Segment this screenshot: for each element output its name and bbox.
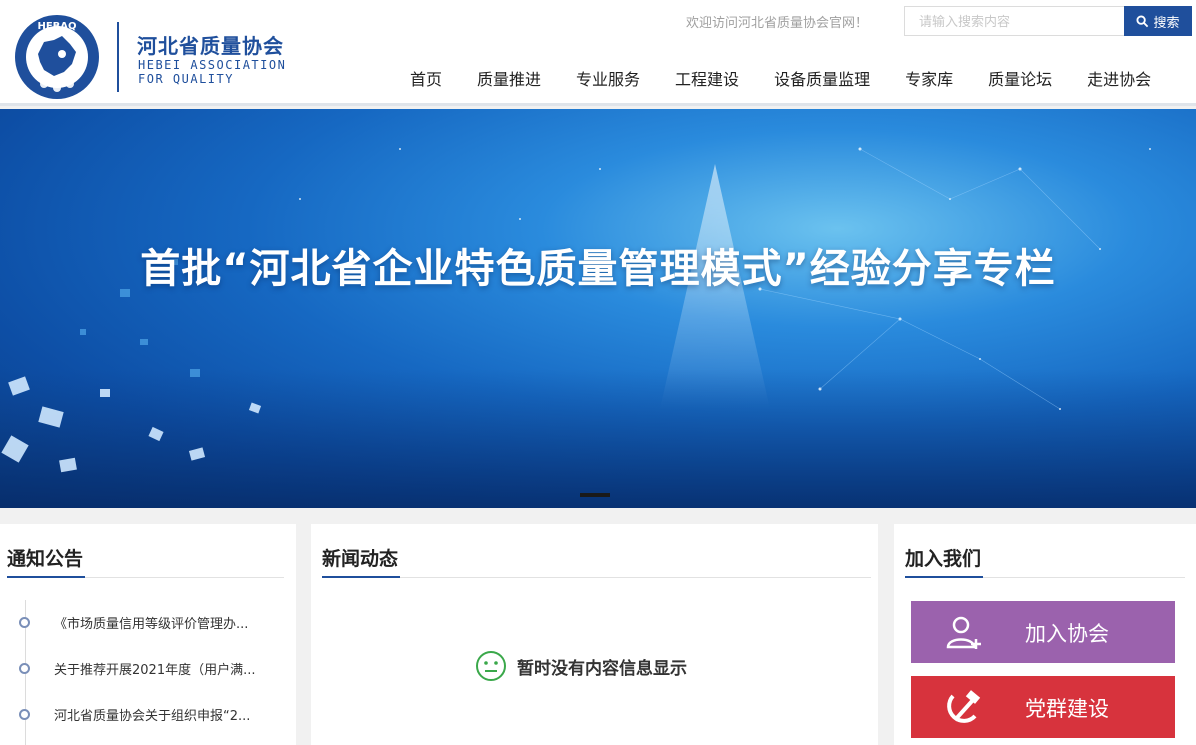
notice-item-text[interactable]: 《市场质量信用等级评价管理办... <box>54 613 248 632</box>
party-building-button[interactable]: 党群建设 <box>911 676 1175 738</box>
banner-title: 首批“河北省企业特色质量管理模式”经验分享专栏 <box>140 246 1056 292</box>
notices-title-underline <box>7 576 85 578</box>
notice-item[interactable]: 河北省质量协会关于组织申报“2... <box>19 704 250 724</box>
timeline-dot-icon <box>19 662 30 674</box>
notice-item-text[interactable]: 河北省质量协会关于组织申报“2... <box>54 705 250 724</box>
timeline-dot-icon <box>19 708 30 720</box>
welcome-text: 欢迎访问河北省质量协会官网！ <box>686 16 869 31</box>
nav-item-quality-promotion[interactable]: 质量推进 <box>477 66 541 90</box>
search-button-label: 搜索 <box>1153 14 1180 30</box>
main-nav: 首页 质量推进 专业服务 工程建设 设备质量监理 专家库 质量论坛 走进协会 <box>410 66 1151 90</box>
news-empty-text: 暂时没有内容信息显示 <box>517 658 687 679</box>
search-input[interactable] <box>904 6 1125 36</box>
svg-text:HEBAQ: HEBAQ <box>37 21 76 32</box>
nav-item-equipment-supervision[interactable]: 设备质量监理 <box>774 66 870 90</box>
notices-title: 通知公告 <box>7 548 84 570</box>
notice-item[interactable]: 关于推荐开展2021年度（用户满... <box>19 658 255 678</box>
hero-banner[interactable]: 首批“河北省企业特色质量管理模式”经验分享专栏 <box>0 109 1196 508</box>
logo-title-cn: 河北省质量协会 <box>137 34 284 58</box>
notice-item-text[interactable]: 关于推荐开展2021年度（用户满... <box>54 659 255 678</box>
association-logo[interactable]: HEBAQ <box>14 14 100 100</box>
neutral-face-icon <box>476 651 506 681</box>
news-title: 新闻动态 <box>322 548 399 570</box>
site-header: HEBAQ 河北省质量协会 HEBEI ASSOCIATION FOR QUAL… <box>0 0 1196 106</box>
nav-item-engineering[interactable]: 工程建设 <box>675 66 739 90</box>
news-title-underline <box>322 576 400 578</box>
logo-title-en-line1: HEBEI ASSOCIATION <box>138 58 287 72</box>
nav-item-about[interactable]: 走进协会 <box>1087 66 1151 90</box>
timeline-dot-icon <box>19 616 30 628</box>
hammer-sickle-icon <box>947 690 981 723</box>
news-divider <box>322 577 871 578</box>
banner-background <box>0 147 1196 508</box>
party-building-label: 党群建设 <box>1025 697 1109 721</box>
notices-panel: 通知公告 《市场质量信用等级评价管理办... 关于推荐开展2021年度（用户满.… <box>0 524 296 745</box>
search-button[interactable]: 搜索 <box>1124 6 1192 36</box>
nav-item-professional-services[interactable]: 专业服务 <box>576 66 640 90</box>
notice-item[interactable]: 《市场质量信用等级评价管理办... <box>19 612 248 632</box>
logo-divider <box>117 22 119 92</box>
join-association-button[interactable]: 加入协会 <box>911 601 1175 663</box>
nav-item-expert-pool[interactable]: 专家库 <box>905 66 953 90</box>
logo-title-en-line2: FOR QUALITY <box>138 72 234 86</box>
search-icon <box>1136 14 1149 27</box>
join-title-underline <box>905 576 983 578</box>
join-panel: 加入我们 加入协会 党群建设 <box>894 524 1196 745</box>
add-user-icon <box>946 616 981 649</box>
news-panel: 新闻动态 暂时没有内容信息显示 <box>311 524 878 745</box>
nav-item-home[interactable]: 首页 <box>410 66 442 90</box>
join-association-label: 加入协会 <box>1025 622 1109 646</box>
nav-item-quality-forum[interactable]: 质量论坛 <box>988 66 1052 90</box>
carousel-indicator[interactable] <box>580 493 610 497</box>
join-title: 加入我们 <box>905 548 982 570</box>
news-empty-message: 暂时没有内容信息显示 <box>475 650 687 682</box>
